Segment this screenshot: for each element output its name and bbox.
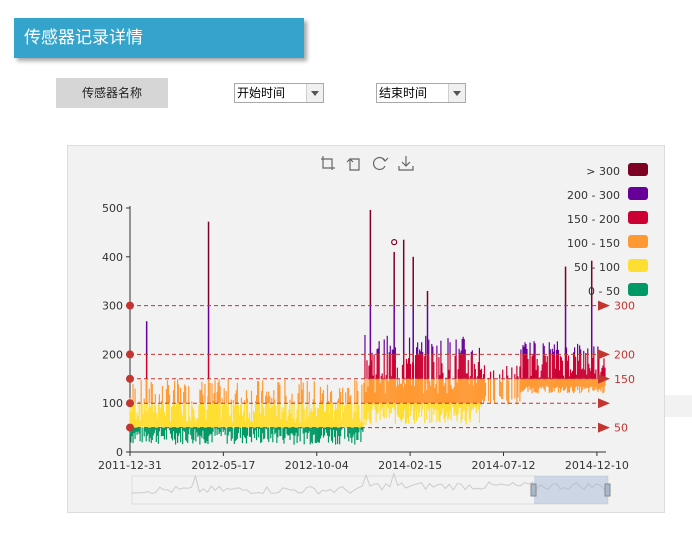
y-tick-label: 0 bbox=[116, 446, 123, 459]
legend-swatch[interactable] bbox=[628, 235, 648, 248]
y-tick-label: 500 bbox=[102, 202, 123, 215]
zoom-handle-left[interactable] bbox=[530, 483, 537, 497]
mark-line-start bbox=[126, 423, 134, 432]
legend-label: 200 - 300 bbox=[567, 189, 620, 202]
zoom-reset-icon[interactable] bbox=[346, 158, 360, 171]
y-tick-label: 200 bbox=[102, 348, 123, 361]
legend-swatch[interactable] bbox=[628, 211, 648, 224]
x-tick-label: 2012-05-17 bbox=[191, 459, 255, 472]
chevron-down-icon[interactable] bbox=[448, 84, 465, 102]
start-time-select[interactable]: 开始时间 bbox=[234, 83, 324, 103]
x-tick-label: 2014-02-15 bbox=[378, 459, 442, 472]
zoom-handle-right[interactable] bbox=[604, 483, 611, 497]
legend-label: > 300 bbox=[586, 165, 620, 178]
mark-line-label: 300 bbox=[614, 300, 635, 313]
toolbox bbox=[321, 156, 414, 171]
x-tick-label: 2011-12-31 bbox=[98, 459, 162, 472]
mark-line-arrow bbox=[598, 349, 610, 360]
mark-line-start bbox=[126, 301, 134, 310]
mark-line-start bbox=[126, 399, 134, 408]
x-tick-label: 2014-07-12 bbox=[472, 459, 536, 472]
y-tick-label: 400 bbox=[102, 251, 123, 264]
mark-line-arrow bbox=[598, 398, 610, 409]
x-tick-label: 2014-12-10 bbox=[565, 459, 629, 472]
legend-swatch[interactable] bbox=[628, 283, 648, 296]
mark-line-label: 50 bbox=[614, 422, 628, 435]
download-icon[interactable] bbox=[398, 156, 414, 171]
end-time-value: 结束时间 bbox=[379, 86, 428, 100]
max-point-marker bbox=[391, 239, 398, 246]
mark-line-arrow bbox=[598, 300, 610, 311]
legend-swatch[interactable] bbox=[628, 259, 648, 272]
mark-line-start bbox=[126, 350, 134, 359]
chevron-down-icon[interactable] bbox=[306, 84, 323, 102]
legend-label: 50 - 100 bbox=[574, 261, 620, 274]
legend-label: 0 - 50 bbox=[588, 285, 620, 298]
mark-line-label: 200 bbox=[614, 348, 635, 361]
sensor-name-label: 传感器名称 bbox=[56, 78, 168, 108]
legend-label: 150 - 200 bbox=[567, 213, 620, 226]
start-time-value: 开始时间 bbox=[237, 86, 286, 100]
x-tick-label: 2012-10-04 bbox=[285, 459, 349, 472]
zoom-window bbox=[534, 476, 608, 504]
page-title: 传感器记录详情 bbox=[14, 18, 304, 58]
mark-line-arrow bbox=[598, 422, 610, 433]
y-tick-label: 100 bbox=[102, 397, 123, 410]
mark-line-start bbox=[126, 374, 134, 383]
legend-label: 100 - 150 bbox=[567, 237, 620, 250]
end-time-select[interactable]: 结束时间 bbox=[376, 83, 466, 103]
legend-swatch[interactable] bbox=[628, 163, 648, 176]
restore-icon[interactable] bbox=[372, 156, 389, 171]
chart-panel: 0 100 200 300 400 500 2011-12-31 2012-05-17 2012… bbox=[67, 145, 665, 513]
zoom-icon[interactable] bbox=[321, 156, 335, 170]
mark-line-label: 150 bbox=[614, 373, 635, 386]
legend-swatch[interactable] bbox=[628, 187, 648, 200]
sensor-chart: 0 100 200 300 400 500 2011-12-31 2012-05-17 2012… bbox=[98, 156, 648, 505]
page-edge-strip bbox=[665, 395, 692, 417]
y-tick-label: 300 bbox=[102, 300, 123, 313]
